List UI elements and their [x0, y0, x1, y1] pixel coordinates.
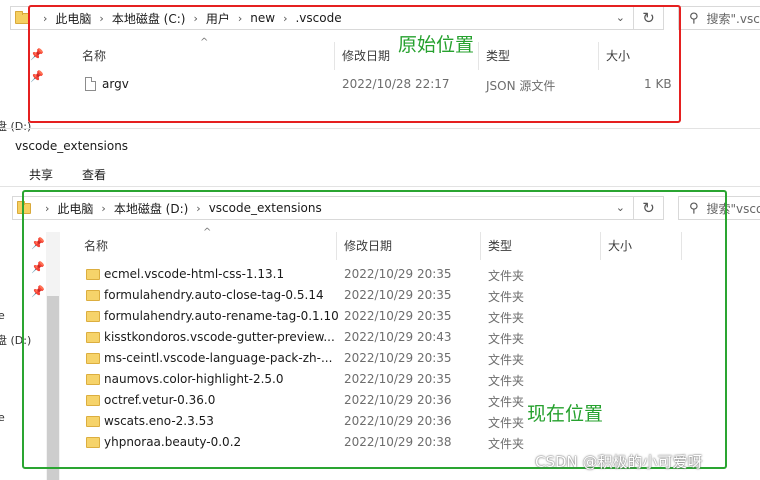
search-placeholder: 搜索".vsc [706, 11, 760, 26]
ribbon-divider [0, 186, 760, 187]
window-title: vscode_extensions [15, 139, 129, 153]
folder-icon [15, 10, 29, 24]
nav-drive-d[interactable]: 盘 (D:) [0, 118, 31, 134]
window-divider [0, 128, 760, 129]
search-input-top[interactable]: ⚲ 搜索".vsc [678, 6, 760, 30]
ribbon-tab-share[interactable]: 共享 [29, 166, 53, 183]
current-location-highlight [22, 190, 727, 469]
current-location-label: 现在位置 [527, 403, 604, 425]
original-location-highlight [28, 5, 681, 123]
ribbon-tab-view[interactable]: 查看 [82, 166, 106, 183]
original-location-label: 原始位置 [398, 34, 475, 56]
watermark: CSDN @积极的小可爱呀 [535, 453, 703, 471]
search-icon: ⚲ [689, 10, 699, 26]
